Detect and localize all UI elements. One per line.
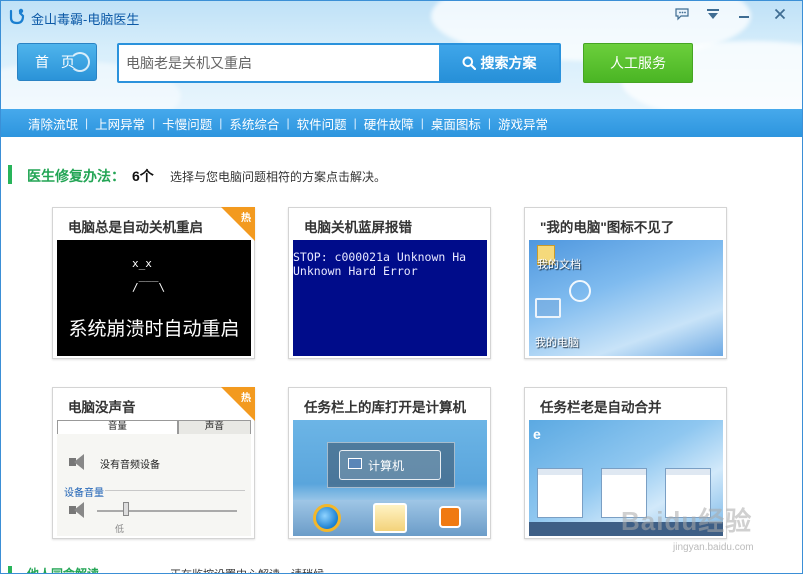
close-icon (774, 8, 786, 20)
volume-slider-track (97, 510, 237, 512)
media-player-icon (439, 506, 461, 528)
baidu-watermark: Baidu经验 (621, 506, 753, 536)
solution-card-auto-restart[interactable]: 电脑总是自动关机重启 热 x_x ___ / \ 系统崩溃时自动重启 (52, 207, 255, 359)
tab-sound: 声音 (177, 420, 251, 434)
solution-card-bsod[interactable]: 电脑关机蓝屏报错 STOP: c000021a Unknown Ha Unkno… (288, 207, 491, 359)
computer-icon (348, 458, 362, 469)
sound-tabs: 音量 声音 (57, 420, 251, 434)
human-service-button[interactable]: 人工服务 (583, 43, 693, 83)
card-thumbnail-taskbar: 计算机 (293, 420, 487, 536)
watermark-url: jingyan.baidu.com (673, 542, 754, 553)
missing-icon-marker (569, 280, 591, 302)
home-button[interactable]: 首 页 (17, 43, 97, 81)
sad-face-icon: x_x ___ / \ (132, 257, 166, 294)
category-separator: | (286, 116, 290, 130)
heading-description: 选择与您电脑问题相符的方案点击解决。 (170, 170, 387, 184)
category-clean-rogue[interactable]: 清除流氓 (28, 114, 78, 133)
card-title: "我的电脑"图标不见了 (540, 220, 675, 235)
next-section-heading: 他人同命解读 正在监控设置中心解读，请稍候 (1, 563, 802, 574)
category-separator: | (152, 116, 156, 130)
tab-volume: 音量 (57, 420, 178, 434)
category-separator: | (85, 116, 89, 130)
jumplist-label: 计算机 (368, 459, 405, 473)
category-separator: | (420, 116, 424, 130)
card-thumbnail-sound: 音量 声音 没有音频设备 设备音量 低 (57, 420, 251, 536)
category-separator: | (487, 116, 491, 130)
card-title: 任务栏老是自动合并 (540, 400, 662, 415)
app-window: 金山毒霸-电脑医生 首 页 电脑老是关机又重启 搜索方案 人工服务 清除流氓 |… (0, 0, 803, 574)
minimize-button[interactable] (732, 4, 756, 24)
category-separator: | (219, 116, 223, 130)
group-divider (105, 490, 245, 491)
solution-card-no-sound[interactable]: 电脑没声音 热 音量 声音 没有音频设备 设备音量 低 (52, 387, 255, 539)
window-thumbnail (537, 468, 583, 518)
no-audio-device-text: 没有音频设备 (100, 460, 160, 471)
device-volume-label: 设备音量 (64, 488, 104, 499)
next-section-label: 他人同命解读 (27, 567, 100, 574)
card-thumbnail-desktop: 我的文档 我的电脑 (529, 240, 723, 356)
volume-low-label: 低 (115, 524, 125, 534)
header: 金山毒霸-电脑医生 首 页 电脑老是关机又重启 搜索方案 人工服务 (1, 1, 802, 109)
search-button[interactable]: 搜索方案 (439, 45, 559, 81)
category-system[interactable]: 系统综合 (229, 114, 279, 133)
category-network[interactable]: 上网异常 (95, 114, 145, 133)
volume-slider-thumb (123, 502, 129, 516)
my-computer-icon (535, 298, 561, 318)
hot-badge: 热 (221, 387, 255, 421)
library-folder-icon (373, 503, 407, 533)
category-slow[interactable]: 卡慢问题 (162, 114, 212, 133)
search-icon (462, 56, 476, 70)
chat-bubble-icon (675, 8, 689, 21)
card-thumbnail-bsod: STOP: c000021a Unknown Ha Unknown Hard E… (293, 240, 487, 356)
heading-label: 医生修复办法： (27, 168, 125, 184)
search-input[interactable] (119, 45, 441, 81)
solution-card-missing-computer-icon[interactable]: "我的电脑"图标不见了 我的文档 我的电脑 (524, 207, 727, 359)
minimize-icon (739, 16, 749, 18)
menu-button[interactable] (701, 4, 725, 24)
card-title: 电脑总是自动关机重启 (68, 220, 203, 235)
home-ring-icon (70, 52, 90, 72)
category-separator: | (353, 116, 357, 130)
card-title: 电脑没声音 (68, 400, 136, 415)
crash-caption: 系统崩溃时自动重启 (68, 319, 240, 340)
search-box: 搜索方案 (117, 43, 561, 83)
card-thumbnail-crash: x_x ___ / \ 系统崩溃时自动重启 (57, 240, 251, 356)
solution-count: 6个 (132, 168, 154, 184)
title-bar[interactable]: 金山毒霸-电脑医生 (1, 1, 802, 31)
internet-explorer-icon: e (533, 426, 541, 442)
category-games[interactable]: 游戏异常 (498, 114, 548, 133)
category-software[interactable]: 软件问题 (297, 114, 347, 133)
solution-card-taskbar-library[interactable]: 任务栏上的库打开是计算机 计算机 (288, 387, 491, 539)
solutions-heading: 医生修复办法： 6个 选择与您电脑问题相符的方案点击解决。 (1, 159, 802, 189)
internet-explorer-icon (313, 504, 341, 532)
feedback-chat-button[interactable] (670, 4, 694, 24)
hot-badge: 热 (221, 207, 255, 241)
my-computer-label: 我的电脑 (535, 337, 579, 349)
window-title: 金山毒霸-电脑医生 (31, 12, 140, 27)
bsod-error-text: STOP: c000021a Unknown Ha Unknown Hard E… (293, 250, 467, 278)
app-logo-icon (9, 8, 25, 25)
close-button[interactable] (768, 4, 792, 24)
category-hardware[interactable]: 硬件故障 (364, 114, 414, 133)
heading-accent-bar (8, 165, 12, 184)
speaker-icon (69, 454, 87, 470)
next-section-description: 正在监控设置中心解读，请稍候 (170, 566, 324, 573)
dropdown-menu-icon (707, 9, 719, 19)
category-nav: 清除流氓 | 上网异常 | 卡慢问题 | 系统综合 | 软件问题 | 硬件故障 … (1, 109, 802, 137)
card-title: 电脑关机蓝屏报错 (304, 220, 412, 235)
card-title: 任务栏上的库打开是计算机 (304, 400, 466, 415)
speaker-icon (69, 502, 87, 518)
category-desktop-icons[interactable]: 桌面图标 (431, 114, 481, 133)
search-button-label: 搜索方案 (480, 55, 537, 71)
my-documents-label: 我的文档 (537, 259, 581, 271)
heading-accent-bar (8, 566, 12, 573)
